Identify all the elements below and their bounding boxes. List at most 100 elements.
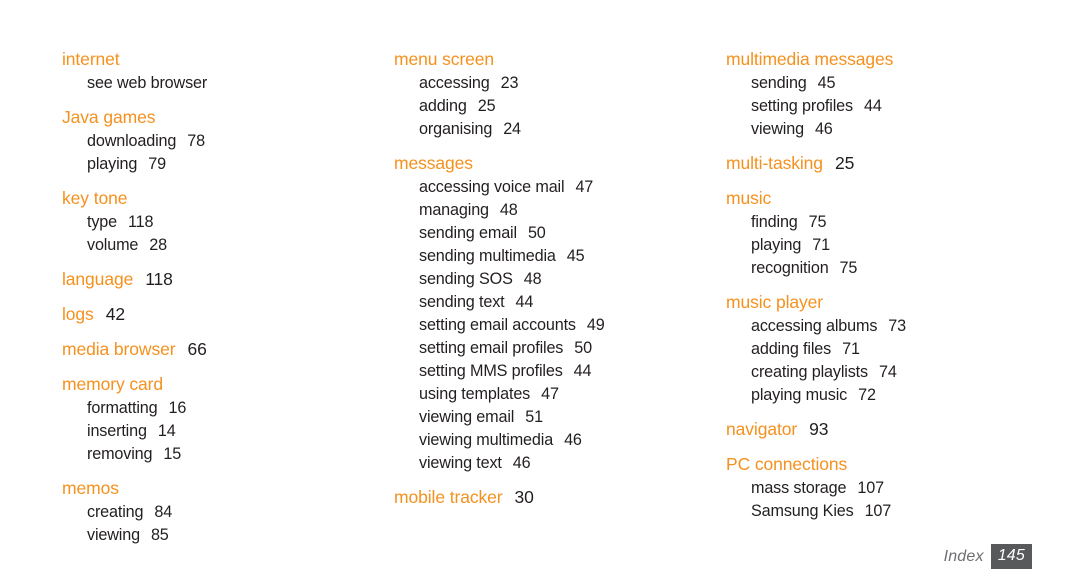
index-heading-label: multimedia messages	[726, 49, 894, 69]
index-subentry-label: formatting	[87, 399, 158, 417]
index-subentry-label: mass storage	[751, 479, 847, 497]
index-subentry[interactable]: setting email profiles 50	[419, 337, 726, 360]
index-subentry[interactable]: viewing text 46	[419, 452, 726, 475]
index-subentry[interactable]: setting email accounts 49	[419, 314, 726, 337]
index-subentry-page-number: 44	[863, 97, 882, 115]
index-subentry[interactable]: formatting 16	[87, 397, 394, 420]
index-subentry-label: viewing multimedia	[419, 431, 554, 449]
index-subentry[interactable]: recognition 75	[751, 257, 1032, 280]
index-subentry[interactable]: organising 24	[419, 118, 726, 141]
index-heading-label: navigator	[726, 419, 798, 439]
index-subentry[interactable]: type 118	[87, 211, 394, 234]
index-subentry-page-number: 14	[157, 422, 176, 440]
index-subentry[interactable]: viewing 85	[87, 524, 394, 547]
index-entry-group: memory card formatting 16 inserting 14 removi…	[62, 371, 394, 466]
index-heading[interactable]: memory card	[62, 371, 394, 397]
index-subentry[interactable]: sending multimedia 45	[419, 245, 726, 268]
index-subentry[interactable]: accessing voice mail 47	[419, 176, 726, 199]
index-subentry-label: adding files	[751, 340, 832, 358]
index-subentry-label: using templates	[419, 385, 531, 403]
index-heading-label: menu screen	[394, 49, 495, 69]
index-entry-group: key tone type 118 volume 28	[62, 185, 394, 257]
index-heading[interactable]: music player	[726, 289, 1032, 315]
index-subentry[interactable]: downloading 78	[87, 130, 394, 153]
index-subentry[interactable]: sending text 44	[419, 291, 726, 314]
index-heading[interactable]: messages	[394, 150, 726, 176]
index-subentry[interactable]: inserting 14	[87, 420, 394, 443]
index-heading[interactable]: music	[726, 185, 1032, 211]
index-heading[interactable]: media browser 66	[62, 336, 394, 362]
index-subentry[interactable]: removing 15	[87, 443, 394, 466]
index-subentry[interactable]: sending 45	[751, 72, 1032, 95]
index-subentry-label: recognition	[751, 259, 829, 277]
index-heading-page-number: 25	[834, 153, 855, 173]
index-heading[interactable]: logs 42	[62, 301, 394, 327]
index-heading-label: Java games	[62, 107, 156, 127]
index-heading[interactable]: multi-tasking 25	[726, 150, 1032, 176]
index-entry-group: menu screen accessing 23 adding 25 organising…	[394, 46, 726, 141]
index-subentry-page-number: 48	[523, 270, 542, 288]
index-entry-group: internet see web browser	[62, 46, 394, 95]
index-subentry-page-number: 78	[187, 132, 205, 150]
index-subentry[interactable]: viewing multimedia 46	[419, 429, 726, 452]
index-subentry-label: accessing voice mail	[419, 178, 565, 196]
index-subentry-label: see web browser	[87, 74, 208, 92]
index-heading-page-number: 93	[809, 419, 829, 439]
index-heading[interactable]: mobile tracker 30	[394, 484, 726, 510]
index-subentry[interactable]: sending SOS 48	[419, 268, 726, 291]
index-heading[interactable]: PC connections	[726, 451, 1032, 477]
index-heading-label: memos	[62, 478, 119, 498]
index-subentry-page-number: 45	[817, 74, 836, 92]
index-subentry-page-number: 74	[878, 363, 897, 381]
index-subentry-label: playing music	[751, 386, 848, 404]
index-subentry-page-number: 79	[148, 155, 166, 173]
index-heading-label: music player	[726, 292, 824, 312]
index-entry-group: mobile tracker 30	[394, 484, 726, 510]
index-heading[interactable]: key tone	[62, 185, 394, 211]
index-heading-label: messages	[394, 153, 473, 173]
index-subentry[interactable]: creating playlists 74	[751, 361, 1032, 384]
index-subentry[interactable]: mass storage 107	[751, 477, 1032, 500]
index-subentry[interactable]: see web browser	[87, 72, 394, 95]
index-heading[interactable]: Java games	[62, 104, 394, 130]
index-subentry[interactable]: viewing email 51	[419, 406, 726, 429]
index-heading[interactable]: memos	[62, 475, 394, 501]
index-subentry[interactable]: using templates 47	[419, 383, 726, 406]
index-subentry[interactable]: playing 79	[87, 153, 394, 176]
index-heading[interactable]: multimedia messages	[726, 46, 1032, 72]
index-subentry-label: sending email	[419, 224, 517, 242]
index-subentry[interactable]: playing music 72	[751, 384, 1032, 407]
index-heading-page-number: 118	[145, 269, 173, 289]
index-subentry[interactable]: creating 84	[87, 501, 394, 524]
index-subentry[interactable]: setting MMS profiles 44	[419, 360, 726, 383]
index-subentry[interactable]: adding files 71	[751, 338, 1032, 361]
index-subentry[interactable]: finding 75	[751, 211, 1032, 234]
index-subentry-label: setting email profiles	[419, 339, 564, 357]
index-subentry[interactable]: adding 25	[419, 95, 726, 118]
index-subentry-label: creating	[87, 503, 144, 521]
index-entry-group: logs 42	[62, 301, 394, 327]
index-subentry[interactable]: volume 28	[87, 234, 394, 257]
index-subentry-page-number: 73	[888, 317, 906, 335]
index-heading-label: music	[726, 188, 772, 208]
index-subentry-page-number: 71	[812, 236, 830, 254]
index-subentry-label: downloading	[87, 132, 177, 150]
index-entry-group: navigator 93	[726, 416, 1032, 442]
index-subentry[interactable]: sending email 50	[419, 222, 726, 245]
index-subentry[interactable]: playing 71	[751, 234, 1032, 257]
index-subentry[interactable]: managing 48	[419, 199, 726, 222]
index-subentry-page-number: 15	[163, 445, 182, 463]
index-subentry[interactable]: accessing albums 73	[751, 315, 1032, 338]
index-subentry[interactable]: viewing 46	[751, 118, 1032, 141]
index-column-1: internet see web browser Java games downloa…	[62, 46, 394, 547]
index-heading[interactable]: navigator 93	[726, 416, 1032, 442]
index-subentry-label: creating playlists	[751, 363, 868, 381]
index-subentry-page-number: 46	[512, 454, 531, 472]
index-heading[interactable]: language 118	[62, 266, 394, 292]
index-subentry[interactable]: Samsung Kies 107	[751, 500, 1032, 523]
index-heading[interactable]: menu screen	[394, 46, 726, 72]
index-subentry[interactable]: accessing 23	[419, 72, 726, 95]
index-subentry[interactable]: setting profiles 44	[751, 95, 1032, 118]
index-entry-group: multimedia messages sending 45 setting prof…	[726, 46, 1032, 141]
index-heading[interactable]: internet	[62, 46, 394, 72]
